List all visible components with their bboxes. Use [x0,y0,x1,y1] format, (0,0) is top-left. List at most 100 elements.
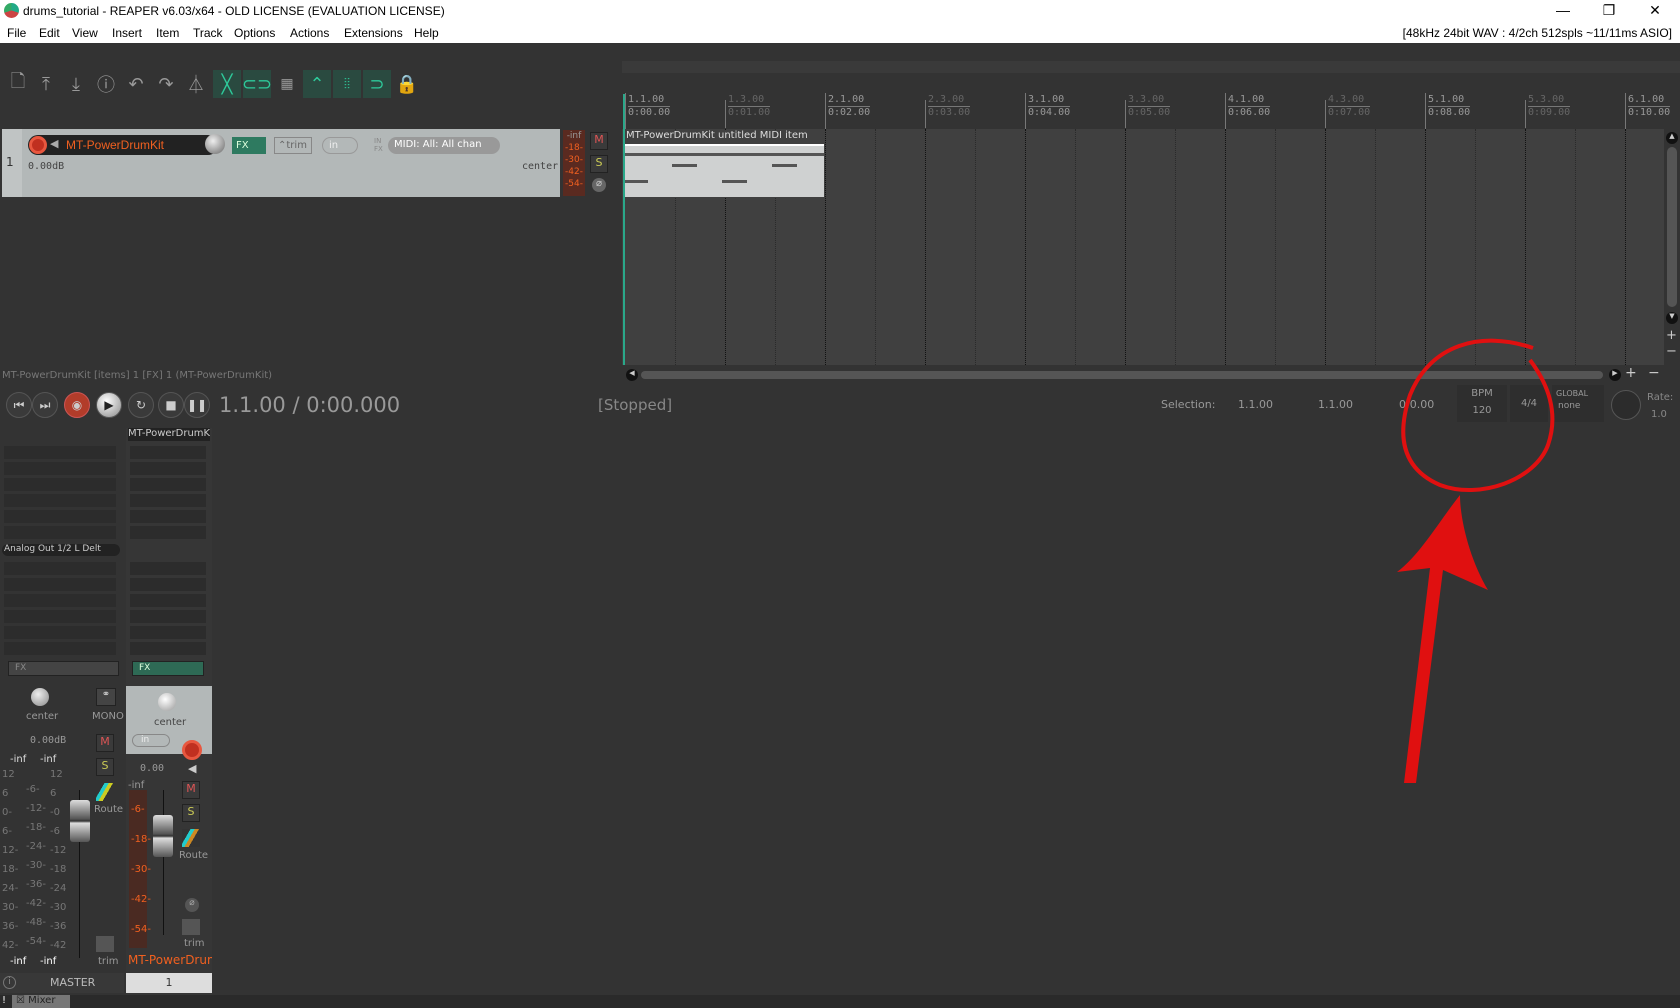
automation-mode-select[interactable]: none [1552,398,1604,411]
track-control-1[interactable]: 1 ◀ MT-PowerDrumKit FX ⌃trim in IN FX MI… [2,129,560,197]
menu-options[interactable]: Options [234,26,275,40]
lock-link-icon[interactable]: ⊂⊃ [242,70,272,98]
envelope-link-icon[interactable]: ⌃ [303,70,331,98]
master-solo-button[interactable]: S [96,758,114,776]
fx-slot[interactable] [4,462,116,475]
vertical-scrollbar[interactable]: ▲ ▼ + − [1664,129,1680,365]
track-trim-icon[interactable] [182,919,200,935]
track-strip-name[interactable]: MT-PowerDrumKit [128,428,210,441]
menu-actions[interactable]: Actions [290,26,329,40]
zoom-out-vertical-icon[interactable]: − [1666,344,1677,359]
metronome-icon[interactable]: ⏃ [182,70,210,98]
time-signature-field[interactable]: 4/4 [1510,385,1548,422]
master-output-select[interactable]: Analog Out 1/2 L Delt [2,544,120,556]
ruler-label[interactable]: 4.3.00 0:07.00 [1328,94,1371,119]
fx-slot[interactable] [4,510,116,523]
phase-invert-icon[interactable]: ⌀ [592,178,606,192]
send-slot[interactable] [130,610,206,623]
pause-button[interactable]: ❚❚ [184,392,210,418]
track-name[interactable]: MT-PowerDrumKit [66,138,164,152]
mute-button[interactable]: M [590,132,608,150]
selection-end[interactable]: 1.1.00 [1318,398,1353,411]
rate-value[interactable]: 1.0 [1651,409,1667,420]
send-slot[interactable] [4,610,116,623]
ruler-label[interactable]: 5.1.00 0:08.00 [1428,94,1471,119]
ruler-label[interactable]: 1.3.00 0:01.00 [728,94,771,119]
selection-start[interactable]: 1.1.00 [1238,398,1273,411]
fx-slot[interactable] [4,494,116,507]
master-label-bar[interactable]: i MASTER [0,973,124,993]
scroll-right-icon[interactable]: ▶ [1609,369,1621,381]
menu-help[interactable]: Help [414,26,439,40]
scroll-down-icon[interactable]: ▼ [1666,312,1678,324]
ruler-label[interactable]: 2.3.00 0:03.00 [928,94,971,119]
fx-slot[interactable] [130,478,206,491]
fx-slot[interactable] [4,478,116,491]
auto-crossfade-icon[interactable]: ╳ [213,70,241,98]
track-mute-button[interactable]: M [182,781,200,799]
fx-slot[interactable] [130,494,206,507]
undo-icon[interactable]: ↶ [122,70,150,98]
record-button[interactable]: ◉ [64,392,90,418]
ruler-label[interactable]: 3.3.00 0:05.00 [1128,94,1171,119]
scroll-thumb[interactable] [1667,147,1677,307]
track-solo-button[interactable]: S [182,804,200,822]
mono-icon[interactable]: ⚭ [96,688,116,706]
new-project-icon[interactable]: 🗋 [4,70,32,98]
track-phase-icon[interactable]: ⌀ [185,898,199,912]
ruler-label[interactable]: 4.1.00 0:06.00 [1228,94,1271,119]
master-mute-button[interactable]: M [96,734,114,752]
play-button[interactable]: ▶ [96,392,122,418]
save-project-icon[interactable]: ⤓ [62,70,90,98]
zoom-in-vertical-icon[interactable]: + [1666,328,1677,343]
close-tab-icon[interactable]: ☒ [16,995,25,1006]
midi-item[interactable] [623,144,824,197]
send-slot[interactable] [4,578,116,591]
playrate-knob[interactable] [1611,390,1641,420]
open-project-icon[interactable]: ⤒ [32,70,60,98]
track-fader[interactable] [153,815,173,857]
edit-cursor[interactable] [623,94,625,365]
redo-icon[interactable]: ↷ [152,70,180,98]
zoom-in-horizontal-icon[interactable]: + [1625,365,1637,381]
send-slot[interactable] [4,562,116,575]
track-fx-button[interactable]: FX [132,661,204,676]
fx-slot[interactable] [130,526,206,539]
track-pan-knob[interactable] [158,693,176,711]
menu-insert[interactable]: Insert [112,26,142,40]
menu-item[interactable]: Item [156,26,179,40]
track-record-arm-icon[interactable] [182,740,202,760]
volume-knob[interactable] [205,134,225,154]
selection-length[interactable]: 0:0.00 [1399,398,1434,411]
snap-grid-icon[interactable]: ⦙⦙ [333,70,361,98]
trim-button[interactable]: ⌃trim [274,137,312,154]
ruler-label[interactable]: 3.1.00 0:04.00 [1028,94,1071,119]
midi-input-select[interactable]: MIDI: All: All chan [388,137,500,154]
ruler-label[interactable]: 2.1.00 0:02.00 [828,94,871,119]
fx-button[interactable]: FX [232,137,266,154]
go-to-start-button[interactable]: ⏮ [6,392,32,418]
input-select[interactable]: in [322,137,358,154]
menu-extensions[interactable]: Extensions [344,26,403,40]
track-number-label[interactable]: 1 [126,973,212,993]
track-speaker-icon[interactable]: ◀ [188,762,196,775]
solo-button[interactable]: S [590,155,608,173]
position-display[interactable]: 1.1.00 / 0:00.000 [219,393,400,417]
restore-button[interactable]: ❐ [1594,2,1624,19]
bpm-field[interactable]: BPM 120 [1457,385,1507,422]
fx-slot[interactable] [130,446,206,459]
send-slot[interactable] [130,594,206,607]
repeat-button[interactable]: ↻ [128,392,154,418]
master-route-icon[interactable] [96,783,114,801]
fx-slot[interactable] [4,446,116,459]
info-icon[interactable]: i [3,976,16,989]
speaker-icon[interactable]: ◀ [50,137,58,150]
grid-icon[interactable]: ▦ [273,70,301,98]
scroll-up-icon[interactable]: ▲ [1666,132,1678,144]
send-slot[interactable] [4,594,116,607]
send-slot[interactable] [130,578,206,591]
audio-device-status[interactable]: [48kHz 24bit WAV : 4/2ch 512spls ~11/11m… [1403,26,1672,40]
scroll-left-icon[interactable]: ◀ [626,369,638,381]
master-pan-knob[interactable] [31,688,49,706]
go-to-end-button[interactable]: ⏭ [32,392,58,418]
